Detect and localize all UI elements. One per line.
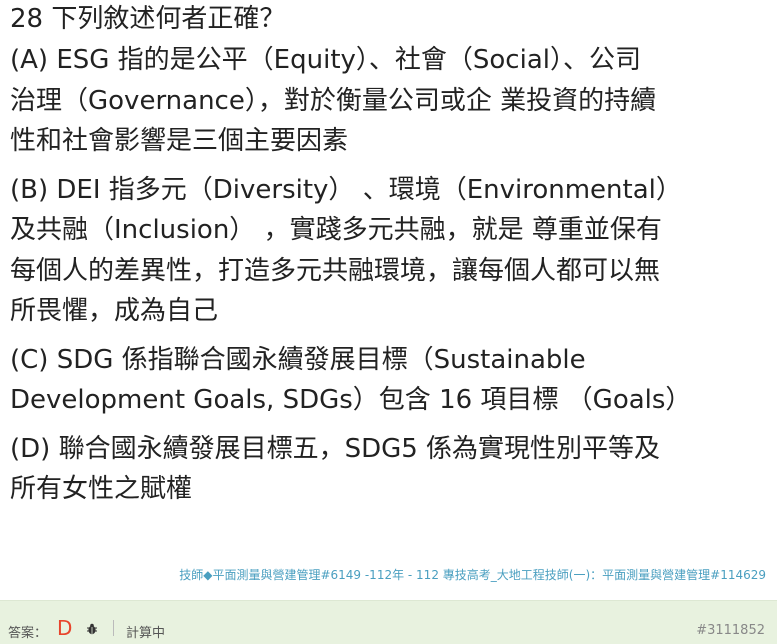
option-b-line-1: (B) DEI 指多元（Diversity） 、環境（Environmental… <box>10 174 682 205</box>
answer-footer: 答案： D 計算中 #3111852 <box>0 600 777 644</box>
footer-divider <box>113 620 114 636</box>
option-c-line-2: Development Goals, SDGs）包含 16 項目標 （Goals… <box>10 385 692 415</box>
question-block: 28 下列敘述何者正確？ (A) ESG 指的是公平（Equity）、社會（So… <box>10 2 770 518</box>
option-b-line-3: 每個人的差異性，打造多元共融環境，讓每個人都可以無 <box>10 255 661 286</box>
option-c: (C) SDG 係指聯合國永續發展目標（Sustainable Developm… <box>10 340 770 421</box>
bug-icon[interactable] <box>86 623 98 635</box>
answer-value: D <box>57 616 73 640</box>
question-tags-link[interactable]: 技師◆平面測量與營建管理#6149 -112年 - 112 專技高考_大地工程技… <box>179 566 766 583</box>
option-d-line-2: 所有女性之賦權 <box>10 474 193 504</box>
option-b-line-2: 及共融（Inclusion） ，實踐多元共融，就是 尊重並保有 <box>10 215 662 245</box>
question-id: #3111852 <box>696 623 765 638</box>
option-a: (A) ESG 指的是公平（Equity）、社會（Social）、公司 治理（G… <box>10 40 770 162</box>
option-d: (D) 聯合國永續發展目標五，SDG5 係為實現性別平等及 所有女性之賦權 <box>10 429 770 510</box>
option-d-line-1: (D) 聯合國永續發展目標五，SDG5 係為實現性別平等及 <box>10 433 661 464</box>
option-a-line-2: 治理（Governance），對於衡量公司或企 業投資的持續 <box>10 85 657 116</box>
option-c-line-1: (C) SDG 係指聯合國永續發展目標（Sustainable <box>10 344 586 375</box>
option-b-line-4: 所畏懼，成為自己 <box>10 296 219 326</box>
calc-status: 計算中 <box>126 626 166 641</box>
option-a-line-3: 性和社會影響是三個主要因素 <box>10 126 349 156</box>
question-title: 28 下列敘述何者正確？ <box>10 4 286 34</box>
option-b: (B) DEI 指多元（Diversity） 、環境（Environmental… <box>10 170 770 332</box>
option-a-line-1: (A) ESG 指的是公平（Equity）、社會（Social）、公司 <box>10 45 641 75</box>
answer-label: 答案： <box>8 626 48 641</box>
